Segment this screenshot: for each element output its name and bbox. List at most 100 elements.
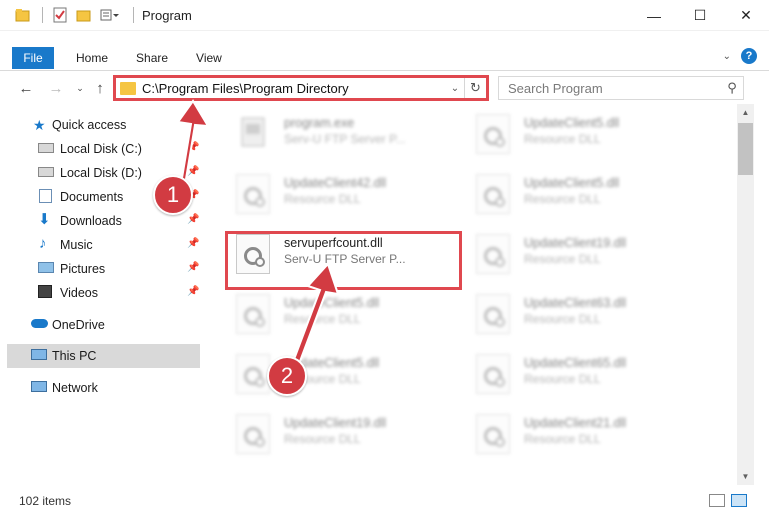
file-item[interactable]: UpdateClient19.dll Resource DLL: [222, 404, 457, 462]
sidebar-item-local-disk-c[interactable]: Local Disk (C:) 📌: [0, 137, 200, 161]
file-name: UpdateClient19.dll: [524, 236, 627, 250]
file-description: Resource DLL: [284, 192, 361, 206]
music-icon: ♪: [39, 235, 47, 252]
sidebar-item-network[interactable]: Network: [0, 376, 200, 400]
file-name: program.exe: [284, 116, 355, 130]
file-item[interactable]: UpdateClient21.dll Resource DLL: [462, 404, 697, 462]
tab-share[interactable]: Share: [122, 47, 182, 69]
search-input[interactable]: Search Program: [499, 81, 721, 96]
step-2-badge: 2: [267, 356, 307, 396]
file-list: program.exe Serv-U FTP Server P... Updat…: [212, 104, 736, 484]
sidebar-item-videos[interactable]: Videos 📌: [0, 281, 200, 305]
file-description: Resource DLL: [524, 132, 601, 146]
toolbar-separator: [42, 7, 43, 23]
sidebar-item-label: OneDrive: [52, 318, 105, 332]
file-item[interactable]: UpdateClient5.dll Resource DLL: [222, 284, 457, 342]
scroll-down-arrow-icon[interactable]: ▼: [737, 468, 754, 485]
properties-icon[interactable]: [51, 6, 69, 24]
file-item[interactable]: program.exe Serv-U FTP Server P...: [222, 104, 457, 162]
dll-file-icon: [476, 354, 510, 394]
minimize-button[interactable]: —: [631, 0, 677, 31]
sidebar-item-label: Quick access: [52, 118, 127, 132]
pin-icon: 📌: [187, 214, 200, 225]
sidebar-item-label: Pictures: [60, 262, 106, 276]
sidebar-item-label: Local Disk (D:): [60, 166, 142, 180]
sidebar-item-label: Documents: [60, 190, 124, 204]
customize-toolbar-icon[interactable]: [99, 6, 119, 24]
file-description: Resource DLL: [524, 312, 601, 326]
file-item[interactable]: UpdateClient5.dll Resource DLL: [462, 164, 697, 222]
file-name: UpdateClient19.dll: [284, 416, 387, 430]
star-icon: ★: [33, 117, 46, 133]
toolbar-separator: [133, 7, 134, 23]
status-bar: 102 items: [0, 488, 769, 513]
new-folder-icon[interactable]: [75, 6, 93, 24]
dll-file-icon: [236, 414, 270, 454]
help-icon[interactable]: ?: [741, 48, 757, 64]
forward-arrow-icon[interactable]: →: [46, 78, 66, 98]
sidebar-item-music[interactable]: ♪ Music 📌: [0, 233, 200, 257]
tab-file[interactable]: File: [12, 46, 54, 69]
exe-file-icon: [236, 114, 270, 154]
drive-icon: [38, 143, 54, 153]
dll-file-icon: [476, 234, 510, 274]
tab-home[interactable]: Home: [62, 47, 122, 69]
title-bar: Program — ☐ ✕: [0, 0, 769, 31]
window-controls: — ☐ ✕: [631, 0, 769, 31]
address-path[interactable]: C:\Program Files\Program Directory: [142, 81, 446, 96]
dll-file-icon: [476, 114, 510, 154]
details-view-icon[interactable]: [709, 494, 725, 507]
dll-file-icon: [236, 294, 270, 334]
sidebar-item-onedrive[interactable]: OneDrive: [0, 313, 200, 337]
vertical-scrollbar[interactable]: ▲ ▼: [737, 104, 754, 485]
up-arrow-icon[interactable]: ↑: [90, 78, 110, 98]
file-item[interactable]: UpdateClient19.dll Resource DLL: [462, 224, 697, 282]
scrollbar-thumb[interactable]: [738, 123, 753, 175]
sidebar-item-this-pc[interactable]: This PC: [7, 344, 200, 368]
cloud-icon: [31, 319, 48, 328]
dll-file-icon: [476, 414, 510, 454]
chevron-down-icon[interactable]: ⌄: [446, 83, 464, 94]
computer-icon: [31, 349, 47, 360]
file-description: Resource DLL: [284, 312, 361, 326]
scroll-up-arrow-icon[interactable]: ▲: [737, 104, 754, 121]
pin-icon: 📌: [187, 286, 200, 297]
file-highlight-box: [225, 231, 462, 290]
recent-locations-icon[interactable]: ⌄: [70, 78, 90, 98]
refresh-icon[interactable]: ↻: [464, 78, 486, 98]
close-button[interactable]: ✕: [723, 0, 769, 31]
ribbon-tabs: File Home Share View ⌄ ?: [0, 45, 769, 71]
sidebar-item-quick-access[interactable]: ★ Quick access: [0, 113, 200, 137]
tab-view[interactable]: View: [182, 47, 236, 69]
window-title: Program: [142, 7, 192, 23]
expand-ribbon-icon[interactable]: ⌄: [723, 51, 731, 62]
downloads-icon: ⬇: [38, 211, 51, 228]
sidebar-item-label: Music: [60, 238, 93, 252]
navigation-pane: ★ Quick access Local Disk (C:) 📌 Local D…: [0, 110, 203, 485]
file-name: UpdateClient5.dll: [284, 296, 380, 310]
pin-icon: 📌: [187, 262, 200, 273]
sidebar-item-label: Local Disk (C:): [60, 142, 142, 156]
search-icon[interactable]: ⚲: [721, 80, 743, 96]
address-bar[interactable]: C:\Program Files\Program Directory ⌄ ↻: [113, 75, 489, 101]
videos-icon: [38, 285, 52, 298]
search-box[interactable]: Search Program ⚲: [498, 76, 744, 100]
file-name: UpdateClient5.dll: [524, 176, 620, 190]
back-arrow-icon[interactable]: ←: [16, 78, 36, 98]
file-item[interactable]: UpdateClient42.dll Resource DLL: [222, 164, 457, 222]
large-icons-view-icon[interactable]: [731, 494, 747, 507]
dll-file-icon: [476, 174, 510, 214]
file-item[interactable]: UpdateClient63.dll Resource DLL: [462, 284, 697, 342]
file-item[interactable]: UpdateClient65.dll Resource DLL: [462, 344, 697, 402]
network-icon: [31, 381, 47, 392]
file-item[interactable]: UpdateClient5.dll Resource DLL: [462, 104, 697, 162]
sidebar-item-pictures[interactable]: Pictures 📌: [0, 257, 200, 281]
file-description: Resource DLL: [524, 252, 601, 266]
maximize-button[interactable]: ☐: [677, 0, 723, 31]
pin-icon: 📌: [187, 142, 200, 153]
file-item[interactable]: UpdateClient5.dll Resource DLL: [222, 344, 457, 402]
file-description: Resource DLL: [524, 432, 601, 446]
dll-file-icon: [236, 174, 270, 214]
pin-icon: 📌: [187, 166, 200, 177]
file-description: Serv-U FTP Server P...: [284, 132, 406, 146]
